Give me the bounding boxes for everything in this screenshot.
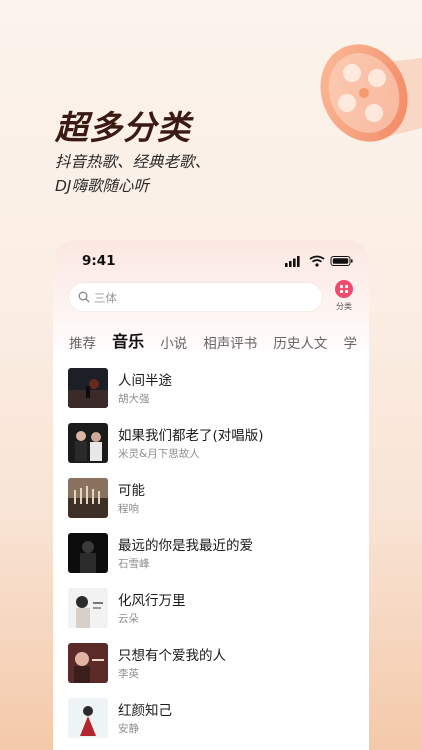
- album-cover: [68, 533, 108, 573]
- wifi-icon: [309, 255, 325, 267]
- album-cover: [68, 588, 108, 628]
- album-cover: [68, 368, 108, 408]
- song-artist: 胡大强: [118, 393, 150, 405]
- album-cover: [68, 643, 108, 683]
- tab-study[interactable]: 学: [343, 332, 357, 352]
- song-artist: 程响: [118, 503, 139, 515]
- subline-1: 抖音热歌、经典老歌、: [55, 153, 211, 171]
- song-title: 最远的你是我最近的爱: [118, 538, 253, 554]
- list-item[interactable]: 人间半途 胡大强: [68, 366, 358, 410]
- song-artist: 云朵: [118, 613, 139, 625]
- song-artist: 安静: [118, 723, 139, 735]
- list-item[interactable]: 可能 程响: [68, 476, 358, 520]
- song-title: 化风行万里: [118, 593, 186, 609]
- song-artist: 石雪峰: [118, 558, 150, 570]
- song-title: 只想有个爱我的人: [118, 648, 226, 664]
- tab-crosstalk[interactable]: 相声评书: [203, 332, 257, 352]
- song-title: 可能: [118, 483, 145, 499]
- search-icon: [78, 291, 90, 303]
- tab-music[interactable]: 音乐: [112, 328, 144, 352]
- tab-novel[interactable]: 小说: [160, 332, 187, 352]
- song-title: 如果我们都老了(对唱版): [118, 428, 264, 444]
- battery-icon: [330, 256, 353, 266]
- list-item[interactable]: 如果我们都老了(对唱版) 米灵&月下思故人: [68, 421, 358, 465]
- search-input[interactable]: 三体: [69, 283, 322, 311]
- tab-history[interactable]: 历史人文: [273, 332, 327, 352]
- grid-dots-icon: [335, 280, 353, 298]
- status-icons: [285, 255, 353, 267]
- status-bar: 9:41: [53, 240, 369, 280]
- category-label: 分类: [336, 302, 352, 311]
- subline-2: DJ嗨歌随心听: [55, 177, 150, 195]
- song-artist: 李英: [118, 668, 139, 680]
- album-cover: [68, 698, 108, 738]
- song-artist: 米灵&月下思故人: [118, 448, 200, 460]
- list-item[interactable]: 红颜知己 安静: [68, 696, 358, 740]
- list-item[interactable]: 化风行万里 云朵: [68, 586, 358, 630]
- search-placeholder: 三体: [94, 291, 117, 305]
- tab-bar: 推荐 音乐 小说 相声评书 历史人文 学: [69, 328, 369, 352]
- list-item[interactable]: 最远的你是我最近的爱 石雪峰: [68, 531, 358, 575]
- headline: 超多分类: [55, 108, 191, 147]
- song-title: 红颜知己: [118, 703, 172, 719]
- signal-icon: [285, 256, 300, 267]
- status-time: 9:41: [82, 253, 116, 269]
- album-cover: [68, 423, 108, 463]
- film-reel-icon: [320, 44, 422, 142]
- tab-recommend[interactable]: 推荐: [69, 332, 96, 352]
- album-cover: [68, 478, 108, 518]
- list-item[interactable]: 只想有个爱我的人 李英: [68, 641, 358, 685]
- song-title: 人间半途: [118, 373, 172, 389]
- category-button[interactable]: 分类: [332, 280, 356, 316]
- phone-mockup: 9:41 三体 分类 推荐 音乐 小说 相声评书 历史人文 学 人间半途 胡大强…: [53, 240, 369, 750]
